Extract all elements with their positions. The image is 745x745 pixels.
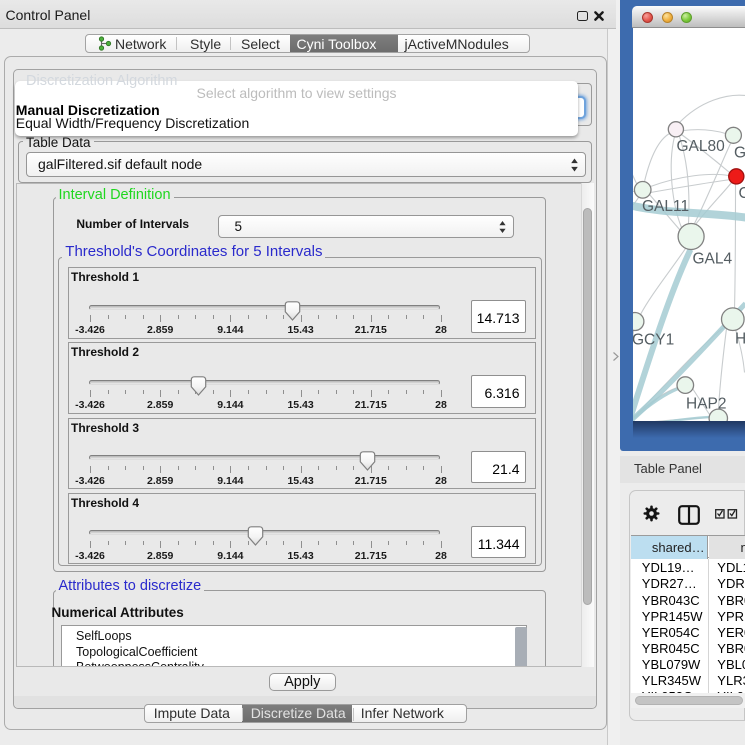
svg-text:GAL11: GAL11 (642, 198, 689, 215)
svg-text:C: C (738, 185, 745, 202)
svg-text:GCY1: GCY1 (633, 331, 674, 348)
svg-text:H: H (735, 330, 745, 347)
svg-text:HAP2: HAP2 (686, 395, 727, 412)
svg-text:GA: GA (734, 144, 745, 161)
svg-text:GAL80: GAL80 (676, 138, 725, 155)
svg-text:GAL4: GAL4 (692, 250, 732, 267)
